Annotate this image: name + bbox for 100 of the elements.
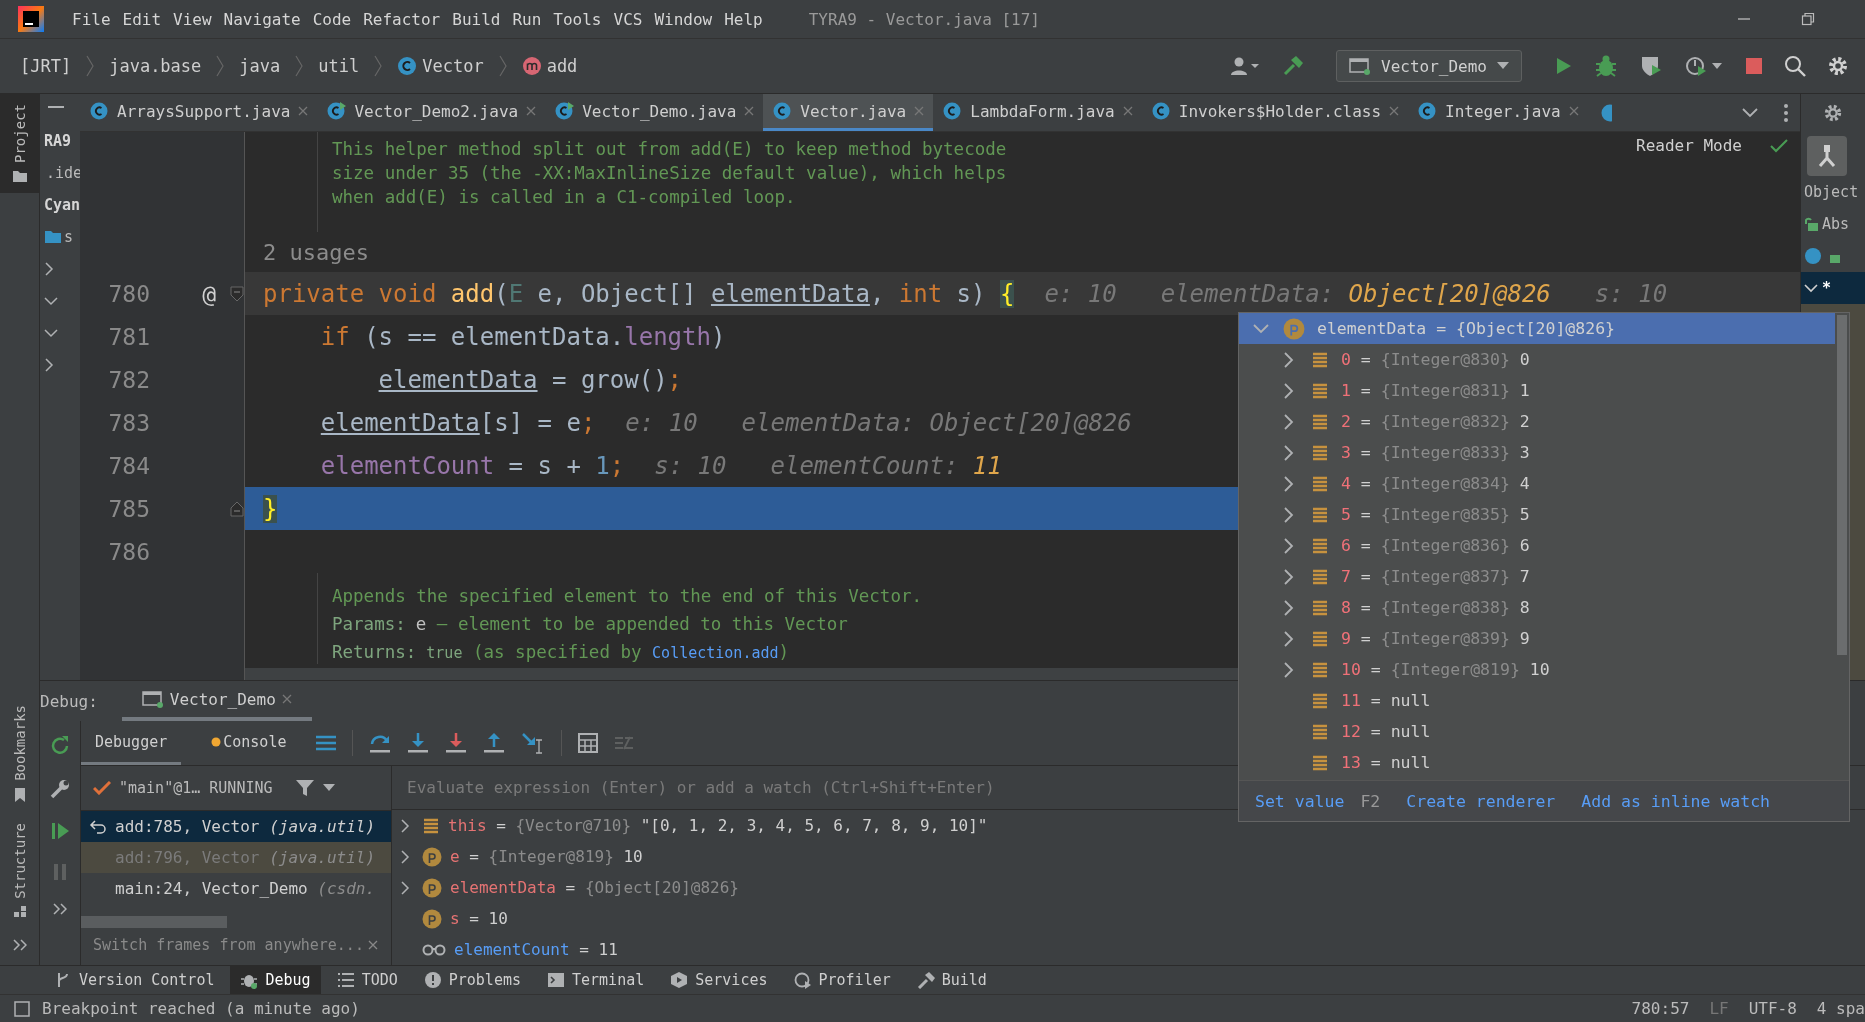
tool-window-tab[interactable]: Services bbox=[660, 966, 778, 994]
collapse-icon[interactable] bbox=[48, 106, 64, 110]
menu-item[interactable]: Window bbox=[648, 9, 719, 29]
search-icon[interactable] bbox=[1784, 55, 1806, 77]
chevron-icon[interactable] bbox=[1284, 630, 1294, 647]
tool-window-tab[interactable]: Debug bbox=[230, 966, 321, 994]
menu-item[interactable]: Run bbox=[506, 9, 548, 29]
chevron-icon[interactable] bbox=[44, 262, 54, 276]
chevron-down-icon[interactable] bbox=[1804, 283, 1818, 293]
settings-icon[interactable] bbox=[1827, 55, 1849, 77]
array-element-entry[interactable]: 10 = {Integer@819} 10 bbox=[1341, 660, 1550, 679]
chevron-icon[interactable] bbox=[44, 328, 58, 338]
debugger-tab[interactable]: Console bbox=[197, 721, 301, 765]
project-item[interactable]: s bbox=[64, 228, 74, 246]
array-element-entry[interactable]: 7 = {Integer@837} 7 bbox=[1341, 567, 1530, 586]
step-into-icon[interactable] bbox=[407, 732, 430, 754]
chevron-icon[interactable] bbox=[1284, 568, 1294, 585]
reader-mode-button[interactable]: Reader Mode bbox=[1636, 136, 1742, 155]
hierarchy-button[interactable] bbox=[1807, 136, 1847, 176]
menu-item[interactable]: Navigate bbox=[217, 9, 307, 29]
project-item[interactable]: Cyan bbox=[44, 196, 80, 214]
editor-tab[interactable]: Integer.java bbox=[1408, 94, 1588, 131]
menu-item[interactable]: Edit bbox=[116, 9, 168, 29]
step-over-icon[interactable] bbox=[369, 732, 392, 754]
fold-icon[interactable] bbox=[230, 500, 244, 517]
chevron-icon[interactable] bbox=[1284, 506, 1294, 523]
menu-item[interactable]: Refactor bbox=[357, 9, 447, 29]
stack-frame[interactable]: main:24, Vector_Demo (csdn. bbox=[81, 873, 391, 904]
tool-window-tab[interactable]: Build bbox=[906, 966, 997, 994]
menu-item[interactable]: View bbox=[167, 9, 218, 29]
close-icon[interactable] bbox=[1122, 106, 1133, 116]
editor-tab[interactable]: ArraysSupport.java bbox=[80, 94, 318, 131]
menu-item[interactable]: Help bbox=[718, 9, 769, 29]
chevron-icon[interactable] bbox=[1284, 661, 1294, 678]
more-icon[interactable] bbox=[53, 903, 67, 915]
chevron-icon[interactable] bbox=[400, 849, 410, 864]
run-configuration-dropdown[interactable]: Vector_Demo bbox=[1336, 50, 1522, 82]
scrollbar[interactable] bbox=[1837, 315, 1847, 655]
debug-bug-icon[interactable] bbox=[1594, 54, 1618, 78]
structure-item[interactable]: * bbox=[1822, 279, 1832, 297]
indent-setting[interactable]: 4 spa bbox=[1816, 999, 1865, 1018]
close-icon[interactable] bbox=[281, 694, 292, 704]
close-icon[interactable] bbox=[1389, 106, 1400, 116]
menu-item[interactable]: File bbox=[66, 9, 117, 29]
close-icon[interactable] bbox=[526, 106, 537, 116]
close-icon[interactable] bbox=[298, 106, 309, 116]
chevron-down-icon[interactable] bbox=[1742, 107, 1758, 118]
caret-position[interactable]: 780:57 bbox=[1631, 999, 1690, 1018]
close-icon[interactable] bbox=[1568, 106, 1579, 116]
scrollbar[interactable] bbox=[81, 916, 227, 928]
tool-window-tab[interactable]: TODO bbox=[326, 966, 408, 994]
chevron-icon[interactable] bbox=[44, 296, 58, 306]
breadcrumb-item[interactable]: util bbox=[318, 56, 360, 76]
editor-tab[interactable]: Vector_Demo2.java bbox=[317, 94, 546, 131]
array-element-entry[interactable]: 2 = {Integer@832} 2 bbox=[1341, 412, 1530, 431]
project-tool-tab[interactable]: Project bbox=[0, 94, 39, 193]
close-icon[interactable] bbox=[744, 106, 755, 116]
breadcrumb-item[interactable]: java.base bbox=[109, 56, 202, 76]
tool-window-tab[interactable]: Version Control bbox=[44, 966, 225, 994]
editor-tab[interactable]: Vector.java bbox=[763, 94, 934, 131]
editor-tab[interactable]: Invokers$Holder.class bbox=[1141, 94, 1409, 131]
step-out-icon[interactable] bbox=[483, 732, 506, 754]
app-logo-icon[interactable] bbox=[18, 6, 44, 32]
chevron-icon[interactable] bbox=[400, 880, 410, 895]
restore-icon[interactable] bbox=[1801, 12, 1815, 26]
panel-toggle-icon[interactable] bbox=[14, 1000, 30, 1017]
breadcrumb-item[interactable]: Vector bbox=[422, 56, 484, 76]
tool-window-tab[interactable]: Terminal bbox=[537, 966, 655, 994]
doc-link[interactable]: Collection.add bbox=[652, 644, 779, 662]
dropdown-icon[interactable] bbox=[322, 784, 335, 792]
editor-tab[interactable]: LambdaForm.java bbox=[933, 94, 1142, 131]
user-icon[interactable] bbox=[1230, 56, 1261, 76]
menu-item[interactable]: Code bbox=[306, 9, 358, 29]
chevron-icon[interactable] bbox=[1284, 351, 1294, 368]
gutter-marker[interactable]: @ bbox=[202, 280, 216, 307]
close-icon[interactable] bbox=[367, 940, 378, 950]
chevron-icon[interactable] bbox=[1284, 475, 1294, 492]
tool-window-tab[interactable]: Profiler bbox=[783, 966, 901, 994]
more-options-icon[interactable] bbox=[1784, 103, 1788, 122]
variable-entry[interactable]: this = {Vector@710} "[0, 1, 2, 3, 4, 5, 6, 7, 8, 9, 10]" bbox=[448, 816, 988, 835]
profile-icon[interactable] bbox=[1684, 54, 1724, 78]
breadcrumb-item[interactable]: [JRT] bbox=[20, 56, 72, 76]
bookmarks-tool-tab[interactable]: Bookmarks bbox=[0, 695, 39, 814]
structure-tool-tab[interactable]: Structure bbox=[0, 813, 39, 929]
chevron-icon[interactable] bbox=[1284, 444, 1294, 461]
resume-icon[interactable] bbox=[50, 821, 70, 841]
debug-session-tab[interactable]: Vector_Demo bbox=[121, 681, 312, 721]
array-element-entry[interactable]: 0 = {Integer@830} 0 bbox=[1341, 350, 1530, 369]
variable-entry[interactable]: e = {Integer@819} 10 bbox=[450, 847, 643, 866]
more-icon[interactable] bbox=[12, 939, 27, 951]
array-element-entry[interactable]: 4 = {Integer@834} 4 bbox=[1341, 474, 1530, 493]
variable-entry[interactable]: elementCount = 11 bbox=[454, 940, 618, 959]
rerun-icon[interactable] bbox=[49, 735, 71, 757]
project-item[interactable]: RA9 bbox=[44, 132, 72, 150]
menu-item[interactable]: Tools bbox=[547, 9, 608, 29]
array-element-entry[interactable]: 12 = null bbox=[1341, 722, 1431, 741]
coverage-icon[interactable] bbox=[1639, 54, 1663, 78]
hammer-icon[interactable] bbox=[1281, 54, 1306, 78]
settings-icon[interactable] bbox=[1823, 103, 1843, 123]
array-element-entry[interactable]: 9 = {Integer@839} 9 bbox=[1341, 629, 1530, 648]
